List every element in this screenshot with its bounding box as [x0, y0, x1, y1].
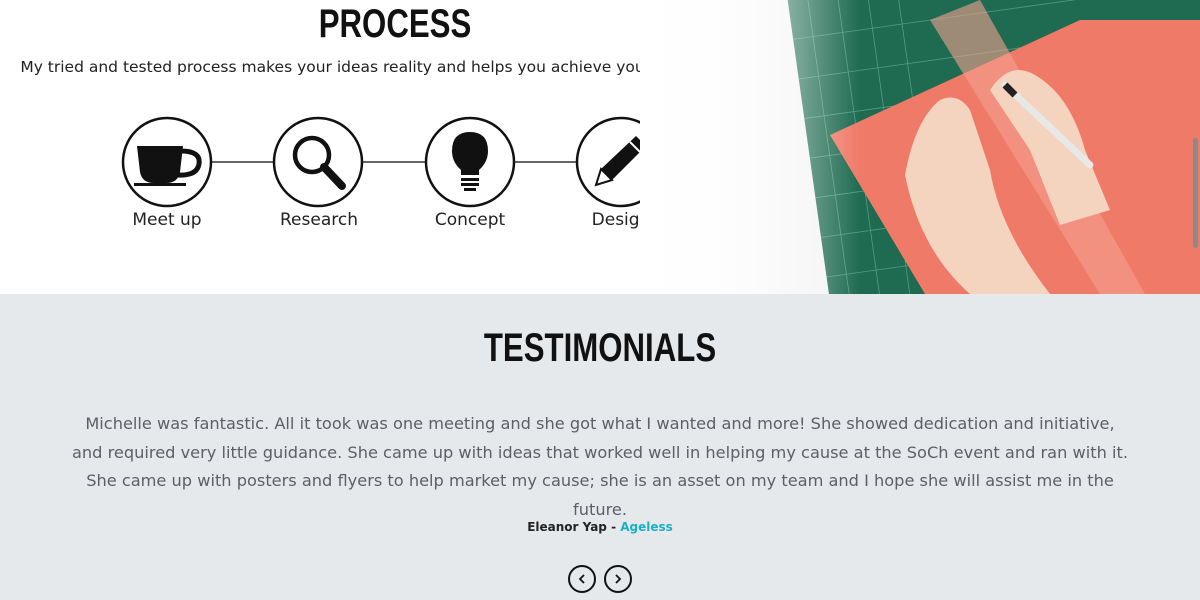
workspace-photo: [640, 0, 1200, 294]
testimonials-title: TESTIMONIALS: [483, 326, 717, 370]
carousel-prev-button[interactable]: [568, 565, 596, 593]
testimonial-quote: Michelle was fantastic. All it took was …: [72, 414, 1128, 519]
magnifier-icon: [272, 116, 364, 208]
testimonial-organization-link[interactable]: Ageless: [620, 520, 673, 534]
page-scrollbar-thumb[interactable]: [1193, 138, 1198, 248]
testimonial-attribution: Eleanor Yap - Ageless: [0, 520, 1200, 534]
chevron-left-icon: [578, 574, 585, 584]
carousel-next-button[interactable]: [604, 565, 632, 593]
testimonials-section: TESTIMONIALS Michelle was fantastic. All…: [0, 294, 1200, 600]
process-steps-diagram: [121, 116, 667, 208]
chevron-right-icon: [615, 574, 622, 584]
step-label-concept: Concept: [434, 210, 506, 230]
testimonial-author: Eleanor Yap: [527, 520, 607, 534]
step-label-research: Research: [280, 210, 358, 230]
attribution-separator: -: [606, 520, 621, 534]
lightbulb-icon: [424, 116, 516, 208]
step-label-meet-up: Meet up: [132, 210, 202, 230]
coffee-cup-icon: [121, 116, 213, 208]
photo-fade-overlay: [640, 0, 860, 294]
process-section: PROCESS My tried and tested process make…: [0, 0, 1200, 294]
